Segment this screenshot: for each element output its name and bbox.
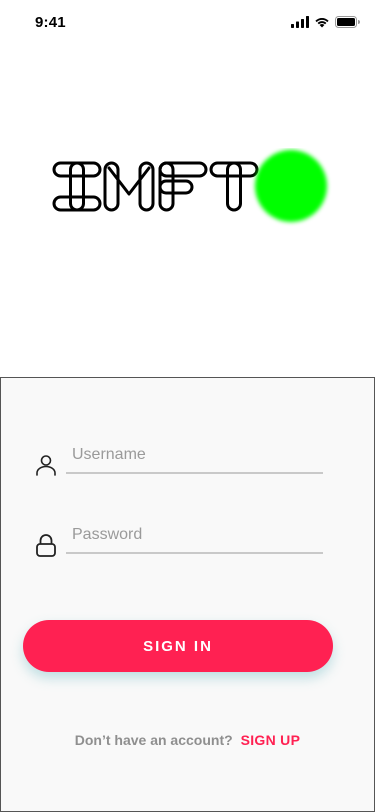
signup-row: Don’t have an account? SIGN UP xyxy=(1,732,374,748)
wifi-icon xyxy=(314,16,330,28)
logo-graphic xyxy=(52,150,327,222)
username-field xyxy=(31,442,324,486)
status-time: 9:41 xyxy=(35,14,66,31)
login-screen: 9:41 Username SIGN IN Don’t have an acco… xyxy=(0,0,375,812)
password-field xyxy=(31,522,324,566)
status-bar: 9:41 xyxy=(0,0,375,44)
login-panel: SIGN IN Don’t have an account? SIGN UP xyxy=(0,377,375,812)
battery-icon xyxy=(335,16,360,28)
user-icon xyxy=(33,452,59,478)
sign-in-button[interactable]: SIGN IN xyxy=(23,620,333,672)
logo-dot xyxy=(255,150,327,222)
username-input[interactable] xyxy=(66,442,323,474)
app-logo: IMFT xyxy=(52,148,332,228)
lock-icon xyxy=(33,532,59,558)
status-icons xyxy=(291,15,360,29)
password-input[interactable] xyxy=(66,522,323,554)
signup-prompt: Don’t have an account? xyxy=(74,732,233,748)
cellular-signal-icon xyxy=(291,16,309,28)
sign-up-link[interactable]: SIGN UP xyxy=(241,732,301,748)
